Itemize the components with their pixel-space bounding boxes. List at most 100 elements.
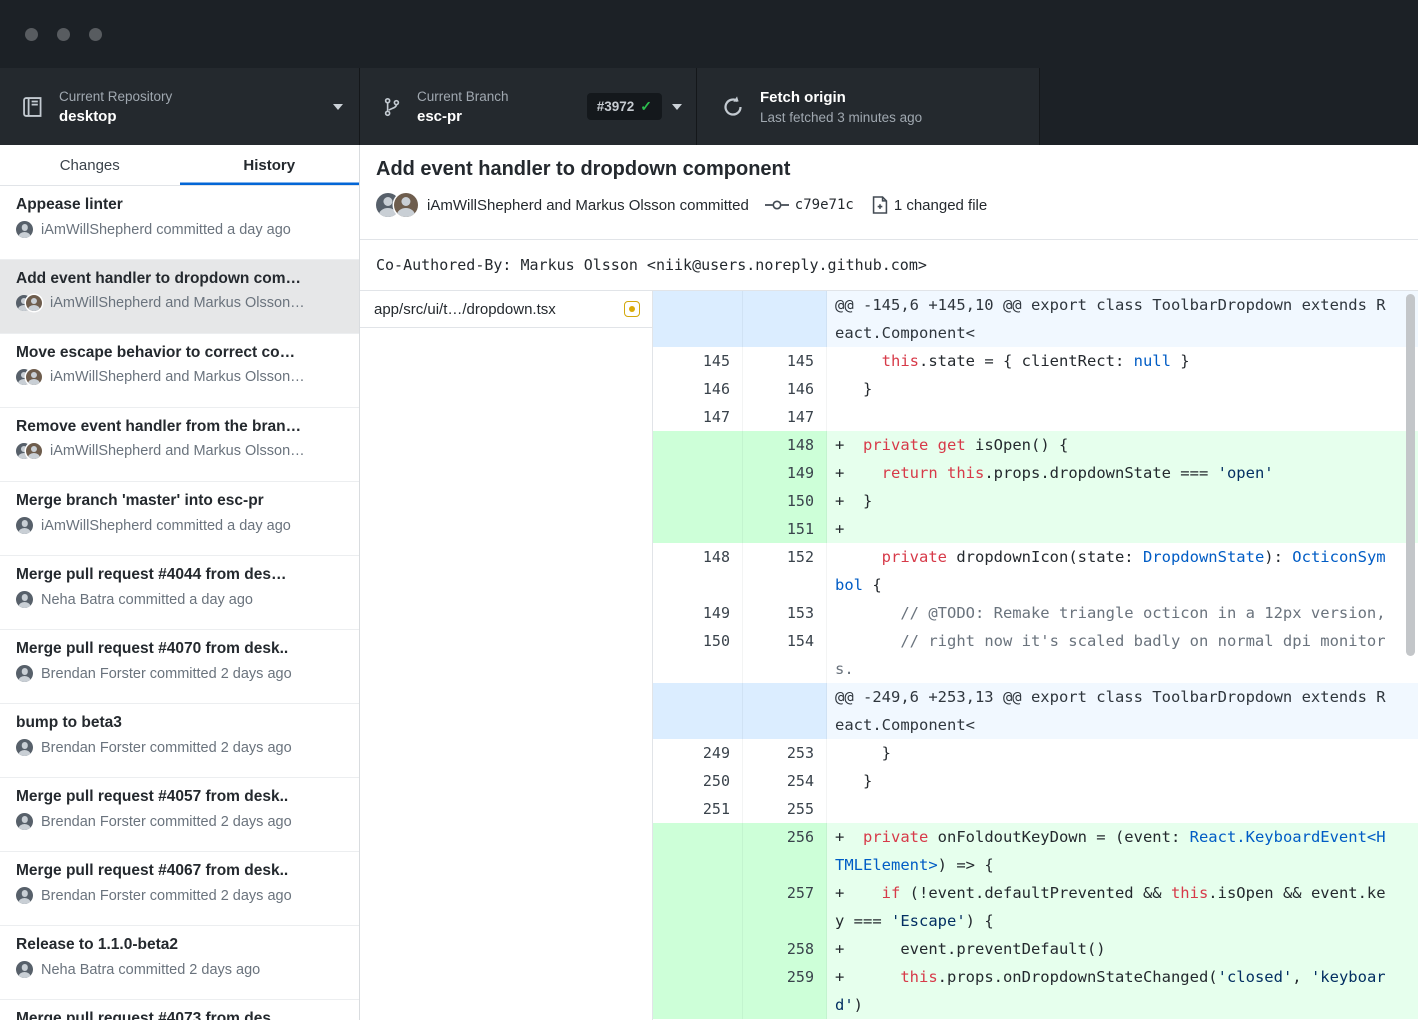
file-path: app/src/ui/t…/dropdown.tsx bbox=[374, 301, 624, 318]
old-line-number bbox=[653, 963, 743, 1019]
commit-item-meta: Neha Batra committed a day ago bbox=[16, 591, 343, 608]
current-branch-name: esc-pr bbox=[417, 108, 579, 125]
diff-line: 149153 // @TODO: Remake triangle octicon… bbox=[653, 599, 1418, 627]
check-icon: ✓ bbox=[640, 98, 652, 115]
commit-item-avatars bbox=[16, 221, 33, 238]
tab-history[interactable]: History bbox=[180, 145, 360, 185]
commit-item-title: bump to beta3 bbox=[16, 714, 343, 732]
history-commit-item[interactable]: bump to beta3 Brendan Forster committed 2… bbox=[0, 704, 359, 778]
close-button[interactable] bbox=[25, 28, 38, 41]
diff-code: + if (!event.defaultPrevented && this.is… bbox=[827, 879, 1418, 935]
diff-line: 145145 this.state = { clientRect: null } bbox=[653, 347, 1418, 375]
new-line-number: 147 bbox=[743, 403, 827, 431]
history-commit-item[interactable]: Move escape behavior to correct co…iAmWi… bbox=[0, 334, 359, 408]
commit-title: Add event handler to dropdown component bbox=[376, 158, 1402, 181]
commit-item-title: Remove event handler from the bran… bbox=[16, 418, 343, 436]
changed-file-count: 1 changed file bbox=[894, 197, 987, 214]
history-commit-item[interactable]: Release to 1.1.0-beta2Neha Batra committ… bbox=[0, 926, 359, 1000]
history-commit-item[interactable]: Add event handler to dropdown com…iAmWil… bbox=[0, 260, 359, 334]
commit-detail: Add event handler to dropdown component … bbox=[360, 145, 1418, 1020]
commit-item-avatars bbox=[16, 443, 42, 459]
history-commit-item[interactable]: Merge pull request #4057 from desk.. Bren… bbox=[0, 778, 359, 852]
commit-description: Co-Authored-By: Markus Olsson <niik@user… bbox=[360, 240, 1418, 291]
toolbar: Current Repository desktop Current Branc… bbox=[0, 68, 1418, 145]
commit-meta-row: iAmWillShepherd and Markus Olsson commit… bbox=[376, 193, 1402, 217]
fetch-origin-button[interactable]: Fetch origin Last fetched 3 minutes ago bbox=[697, 68, 1040, 145]
commit-item-meta: iAmWillShepherd committed a day ago bbox=[16, 517, 343, 534]
diff-rows: @@ -145,6 +145,10 @@ export class Toolba… bbox=[653, 291, 1418, 1019]
old-line-number: 249 bbox=[653, 739, 743, 767]
diff-code: // right now it's scaled badly on normal… bbox=[827, 627, 1418, 683]
commit-item-meta: iAmWillShepherd and Markus Olsson… bbox=[16, 295, 343, 311]
new-line-number: 145 bbox=[743, 347, 827, 375]
current-repository-button[interactable]: Current Repository desktop bbox=[0, 68, 360, 145]
diff-code: private dropdownIcon(state: DropdownStat… bbox=[827, 543, 1418, 599]
history-commit-item[interactable]: Merge pull request #4044 from des…Neha B… bbox=[0, 556, 359, 630]
chevron-down-icon bbox=[333, 104, 343, 110]
diff-line: 259+ this.props.onDropdownStateChanged('… bbox=[653, 963, 1418, 1019]
diff-scrollbar[interactable] bbox=[1406, 294, 1415, 656]
changed-file-row[interactable]: app/src/ui/t…/dropdown.tsx bbox=[360, 291, 652, 328]
sync-icon bbox=[721, 95, 745, 119]
diff-area: app/src/ui/t…/dropdown.tsx @@ -145,6 +14… bbox=[360, 291, 1418, 1020]
diff-view: @@ -145,6 +145,10 @@ export class Toolba… bbox=[653, 291, 1418, 1020]
current-branch-button[interactable]: Current Branch esc-pr #3972 ✓ bbox=[360, 68, 697, 145]
toolbar-filler bbox=[1040, 68, 1418, 145]
github-desktop-window: Current Repository desktop Current Branc… bbox=[0, 0, 1418, 1020]
new-line-number: 257 bbox=[743, 879, 827, 935]
minimize-button[interactable] bbox=[57, 28, 70, 41]
diff-code: } bbox=[827, 375, 1418, 403]
avatar bbox=[394, 193, 418, 217]
new-line-number: 256 bbox=[743, 823, 827, 879]
commit-item-meta: iAmWillShepherd and Markus Olsson… bbox=[16, 369, 343, 385]
history-commit-item[interactable]: Remove event handler from the bran… iAmWi… bbox=[0, 408, 359, 482]
commit-item-title: Release to 1.1.0-beta2 bbox=[16, 936, 343, 954]
history-commit-item[interactable]: Merge pull request #4073 from des… bbox=[0, 1000, 359, 1020]
current-branch-label: Current Branch bbox=[417, 89, 579, 104]
commit-item-byline: Brendan Forster committed 2 days ago bbox=[41, 888, 292, 904]
commit-item-byline: Brendan Forster committed 2 days ago bbox=[41, 666, 292, 682]
new-line-number: 154 bbox=[743, 627, 827, 683]
sidebar-tabs: ChangesHistory bbox=[0, 145, 359, 186]
avatar bbox=[16, 961, 33, 978]
commit-item-avatars bbox=[16, 961, 33, 978]
avatar bbox=[26, 295, 42, 311]
diff-line: 258+ event.preventDefault() bbox=[653, 935, 1418, 963]
commit-item-title: Merge pull request #4073 from des… bbox=[16, 1010, 343, 1020]
commit-header: Add event handler to dropdown component … bbox=[360, 145, 1418, 240]
changed-files-list: app/src/ui/t…/dropdown.tsx bbox=[360, 291, 653, 1020]
history-commit-item[interactable]: Merge branch 'master' into esc-pr iAmWill… bbox=[0, 482, 359, 556]
old-line-number: 250 bbox=[653, 767, 743, 795]
new-line-number: 151 bbox=[743, 515, 827, 543]
commit-item-meta: iAmWillShepherd and Markus Olsson… bbox=[16, 443, 343, 459]
diff-code: + this.props.onDropdownStateChanged('clo… bbox=[827, 963, 1418, 1019]
history-commit-item[interactable]: Appease linteriAmWillShepherd committed … bbox=[0, 186, 359, 260]
diff-code: + } bbox=[827, 487, 1418, 515]
current-repository-label: Current Repository bbox=[59, 89, 323, 104]
commit-item-title: Merge pull request #4067 from desk.. bbox=[16, 862, 343, 880]
commit-item-meta: Brendan Forster committed 2 days ago bbox=[16, 739, 343, 756]
history-commit-item[interactable]: Merge pull request #4067 from desk.. Bren… bbox=[0, 852, 359, 926]
commit-item-byline: Brendan Forster committed 2 days ago bbox=[41, 814, 292, 830]
pr-number: #3972 bbox=[597, 99, 635, 114]
zoom-button[interactable] bbox=[89, 28, 102, 41]
new-line-number: 253 bbox=[743, 739, 827, 767]
commit-item-title: Merge pull request #4057 from desk.. bbox=[16, 788, 343, 806]
old-line-number bbox=[653, 683, 743, 739]
commit-item-title: Merge branch 'master' into esc-pr bbox=[16, 492, 343, 510]
history-commit-item[interactable]: Merge pull request #4070 from desk..Bren… bbox=[0, 630, 359, 704]
new-line-number: 254 bbox=[743, 767, 827, 795]
avatar bbox=[16, 665, 33, 682]
commit-byline: iAmWillShepherd and Markus Olsson commit… bbox=[427, 197, 749, 214]
diff-code bbox=[827, 403, 1418, 431]
commit-author-avatars bbox=[376, 193, 418, 217]
commit-item-meta: Brendan Forster committed 2 days ago bbox=[16, 813, 343, 830]
commit-item-meta: Brendan Forster committed 2 days ago bbox=[16, 887, 343, 904]
commit-item-byline: Brendan Forster committed 2 days ago bbox=[41, 740, 292, 756]
modified-file-icon bbox=[624, 301, 640, 317]
old-line-number bbox=[653, 879, 743, 935]
diff-code: this.state = { clientRect: null } bbox=[827, 347, 1418, 375]
commit-item-byline: iAmWillShepherd and Markus Olsson… bbox=[50, 295, 305, 311]
tab-changes[interactable]: Changes bbox=[0, 145, 180, 185]
old-line-number bbox=[653, 459, 743, 487]
